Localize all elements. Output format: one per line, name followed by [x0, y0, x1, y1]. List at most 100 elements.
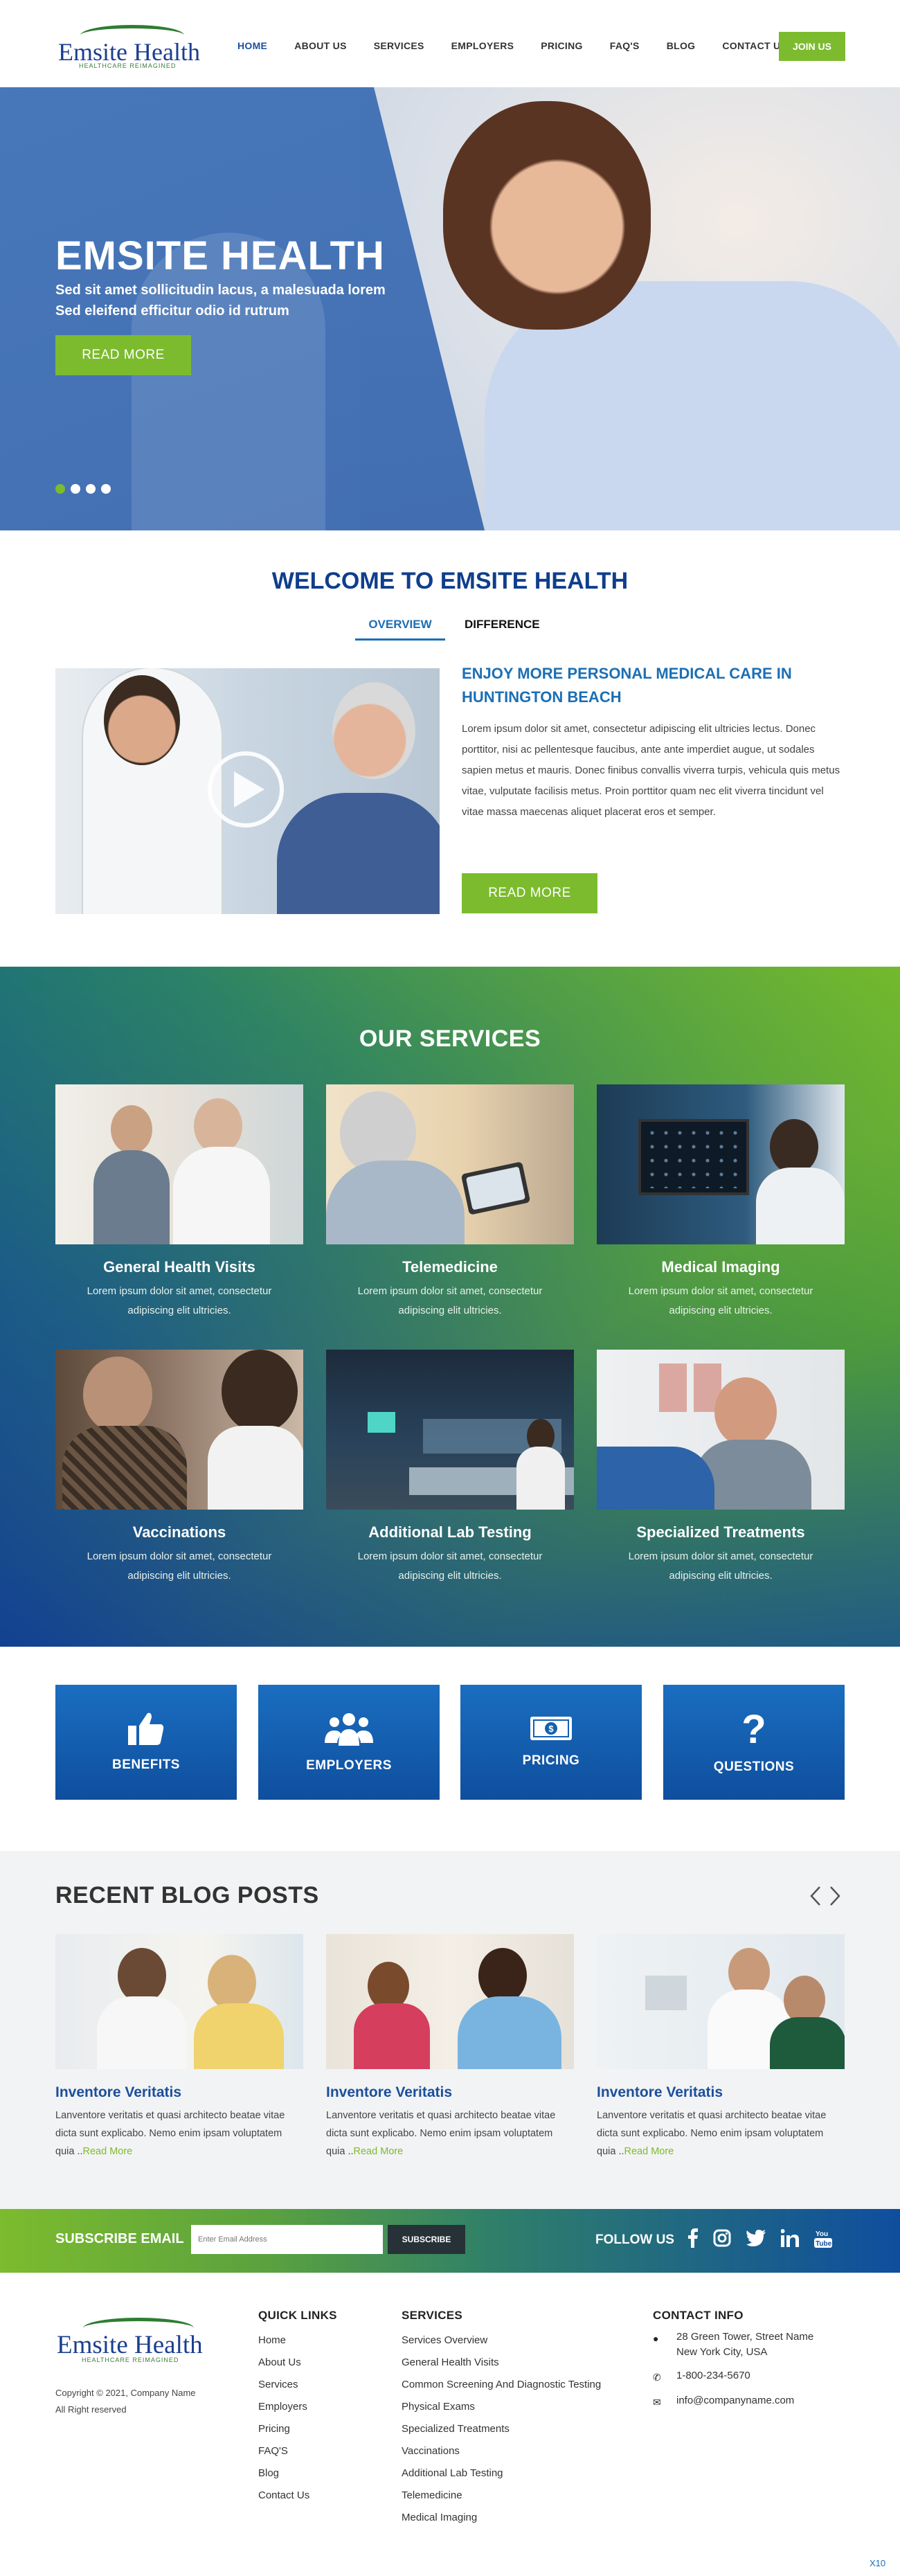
- blog-post-title[interactable]: Inventore Veritatis: [55, 2084, 303, 2101]
- slider-dot-3[interactable]: [86, 484, 96, 494]
- nav-pricing[interactable]: PRICING: [541, 40, 582, 51]
- play-icon[interactable]: [208, 751, 284, 828]
- footer-service-link[interactable]: Vaccinations: [402, 2440, 601, 2462]
- tab-overview[interactable]: OVERVIEW: [355, 615, 445, 641]
- service-text: Lorem ipsum dolor sit amet, consectetur …: [87, 1550, 272, 1582]
- read-more-link[interactable]: Read More: [354, 2146, 404, 2157]
- footer-service-link[interactable]: Additional Lab Testing: [402, 2462, 601, 2485]
- contact-phone[interactable]: ✆ 1-800-234-5670: [653, 2368, 813, 2385]
- read-more-link[interactable]: Read More: [83, 2146, 133, 2157]
- blog-post-title[interactable]: Inventore Veritatis: [326, 2084, 574, 2101]
- welcome-tabs: OVERVIEW DIFFERENCE: [355, 615, 540, 641]
- nav-employers[interactable]: EMPLOYERS: [451, 40, 514, 51]
- service-card[interactable]: Telemedicine Lorem ipsum dolor sit amet,…: [326, 1084, 574, 1321]
- phone-icon: ✆: [653, 2372, 661, 2383]
- nav-faqs[interactable]: FAQ'S: [610, 40, 640, 51]
- hero-line-1: Sed sit amet sollicitudin lacus, a males…: [55, 283, 386, 298]
- slider-dot-1[interactable]: [55, 484, 65, 494]
- footer-service-link[interactable]: Common Screening And Diagnostic Testing: [402, 2374, 601, 2396]
- blog-post[interactable]: Inventore Veritatis Lanventore veritatis…: [55, 1934, 303, 2161]
- address-line-2: New York City, USA: [676, 2346, 768, 2358]
- video-patient-body: [277, 793, 440, 914]
- blog-post[interactable]: Inventore Veritatis Lanventore veritatis…: [597, 1934, 845, 2161]
- instagram-icon[interactable]: [713, 2229, 731, 2247]
- chevron-right-icon[interactable]: [829, 1886, 840, 1906]
- site-footer: Emsite Health HEALTHCARE REIMAGINED Copy…: [0, 2273, 900, 2576]
- slider-dot-2[interactable]: [71, 484, 80, 494]
- feature-employers[interactable]: EMPLOYERS: [258, 1685, 440, 1800]
- thumbs-up-icon: [128, 1712, 164, 1745]
- feature-pricing[interactable]: $ PRICING: [460, 1685, 642, 1800]
- nav-home[interactable]: HOME: [237, 40, 267, 51]
- nav-services[interactable]: SERVICES: [374, 40, 424, 51]
- hero-doctor: [443, 101, 651, 330]
- contact-email[interactable]: ✉ info@companyname.com: [653, 2393, 813, 2410]
- footer-link-services[interactable]: Services: [258, 2374, 337, 2396]
- video-patient-face: [332, 682, 415, 779]
- twitter-icon[interactable]: [746, 2230, 766, 2246]
- blog-post-excerpt: Lanventore veritatis et quasi architecto…: [55, 2107, 303, 2161]
- chevron-left-icon[interactable]: [810, 1886, 821, 1906]
- slider-dots: [55, 484, 111, 494]
- feature-questions[interactable]: ? QUESTIONS: [663, 1685, 845, 1800]
- feature-label: EMPLOYERS: [306, 1758, 392, 1773]
- subscribe-button[interactable]: SUBSCRIBE: [388, 2225, 465, 2254]
- service-image: [597, 1350, 845, 1510]
- svg-text:You: You: [816, 2230, 828, 2238]
- svg-text:?: ?: [741, 1710, 766, 1747]
- service-card[interactable]: Medical Imaging Lorem ipsum dolor sit am…: [597, 1084, 845, 1321]
- follow-us-label: FOLLOW US: [595, 2233, 674, 2247]
- feature-benefits[interactable]: BENEFITS: [55, 1685, 237, 1800]
- copyright-line-2: All Right reserved: [55, 2404, 127, 2415]
- footer-logo[interactable]: Emsite Health HEALTHCARE REIMAGINED: [55, 2318, 222, 2366]
- services-section: OUR SERVICES General Health Visits Lorem…: [0, 967, 900, 1647]
- welcome-read-more-button[interactable]: READ MORE: [462, 873, 597, 913]
- service-card[interactable]: Additional Lab Testing Lorem ipsum dolor…: [326, 1350, 574, 1586]
- email-text: info@companyname.com: [676, 2395, 795, 2406]
- footer-link-about-us[interactable]: About Us: [258, 2352, 337, 2374]
- subscribe-bar: SUBSCRIBE EMAIL SUBSCRIBE FOLLOW US You T…: [0, 2209, 900, 2273]
- slider-dot-4[interactable]: [101, 484, 111, 494]
- footer-link-contact-us[interactable]: Contact Us: [258, 2485, 337, 2507]
- blog-post[interactable]: Inventore Veritatis Lanventore veritatis…: [326, 1934, 574, 2161]
- footer-service-link[interactable]: Physical Exams: [402, 2396, 601, 2418]
- nav-contact-us[interactable]: CONTACT US: [722, 40, 787, 51]
- footer-services-title: SERVICES: [402, 2309, 463, 2322]
- youtube-icon[interactable]: You Tube: [814, 2228, 832, 2248]
- service-title: Medical Imaging: [661, 1258, 780, 1276]
- email-input[interactable]: [191, 2225, 383, 2254]
- linkedin-icon[interactable]: [781, 2229, 799, 2247]
- quick-links-title: QUICK LINKS: [258, 2309, 337, 2322]
- logo[interactable]: Emsite Health HEALTHCARE REIMAGINED: [55, 19, 210, 71]
- hero-slider: EMSITE HEALTH Sed sit amet sollicitudin …: [0, 87, 900, 530]
- footer-services: SERVICES Services Overview General Healt…: [402, 2309, 601, 2529]
- service-card[interactable]: Vaccinations Lorem ipsum dolor sit amet,…: [55, 1350, 303, 1586]
- welcome-title: WELCOME TO EMSITE HEALTH: [271, 568, 629, 594]
- map-pin-icon: ●: [653, 2333, 659, 2344]
- footer-service-link[interactable]: Services Overview: [402, 2329, 601, 2352]
- money-icon: $: [530, 1717, 572, 1740]
- footer-service-link[interactable]: General Health Visits: [402, 2352, 601, 2374]
- join-us-button[interactable]: JOIN US: [779, 32, 845, 61]
- read-more-link[interactable]: Read More: [624, 2146, 674, 2157]
- footer-link-faqs[interactable]: FAQ'S: [258, 2440, 337, 2462]
- service-card[interactable]: Specialized Treatments Lorem ipsum dolor…: [597, 1350, 845, 1586]
- service-card[interactable]: General Health Visits Lorem ipsum dolor …: [55, 1084, 303, 1321]
- footer-service-link[interactable]: Telemedicine: [402, 2485, 601, 2507]
- blog-post-title[interactable]: Inventore Veritatis: [597, 2084, 845, 2101]
- copyright-line-1: Copyright © 2021, Company Name: [55, 2388, 196, 2398]
- footer-link-blog[interactable]: Blog: [258, 2462, 337, 2485]
- welcome-video[interactable]: [55, 668, 440, 914]
- tab-difference[interactable]: DIFFERENCE: [465, 615, 540, 641]
- group-icon: [325, 1713, 373, 1746]
- footer-service-link[interactable]: Specialized Treatments: [402, 2418, 601, 2440]
- facebook-icon[interactable]: [688, 2228, 698, 2248]
- nav-blog[interactable]: BLOG: [667, 40, 696, 51]
- footer-link-home[interactable]: Home: [258, 2329, 337, 2352]
- hero-title: EMSITE HEALTH: [55, 233, 385, 278]
- hero-read-more-button[interactable]: READ MORE: [55, 335, 191, 375]
- footer-link-employers[interactable]: Employers: [258, 2396, 337, 2418]
- nav-about-us[interactable]: ABOUT US: [294, 40, 347, 51]
- footer-link-pricing[interactable]: Pricing: [258, 2418, 337, 2440]
- footer-service-link[interactable]: Medical Imaging: [402, 2507, 601, 2529]
